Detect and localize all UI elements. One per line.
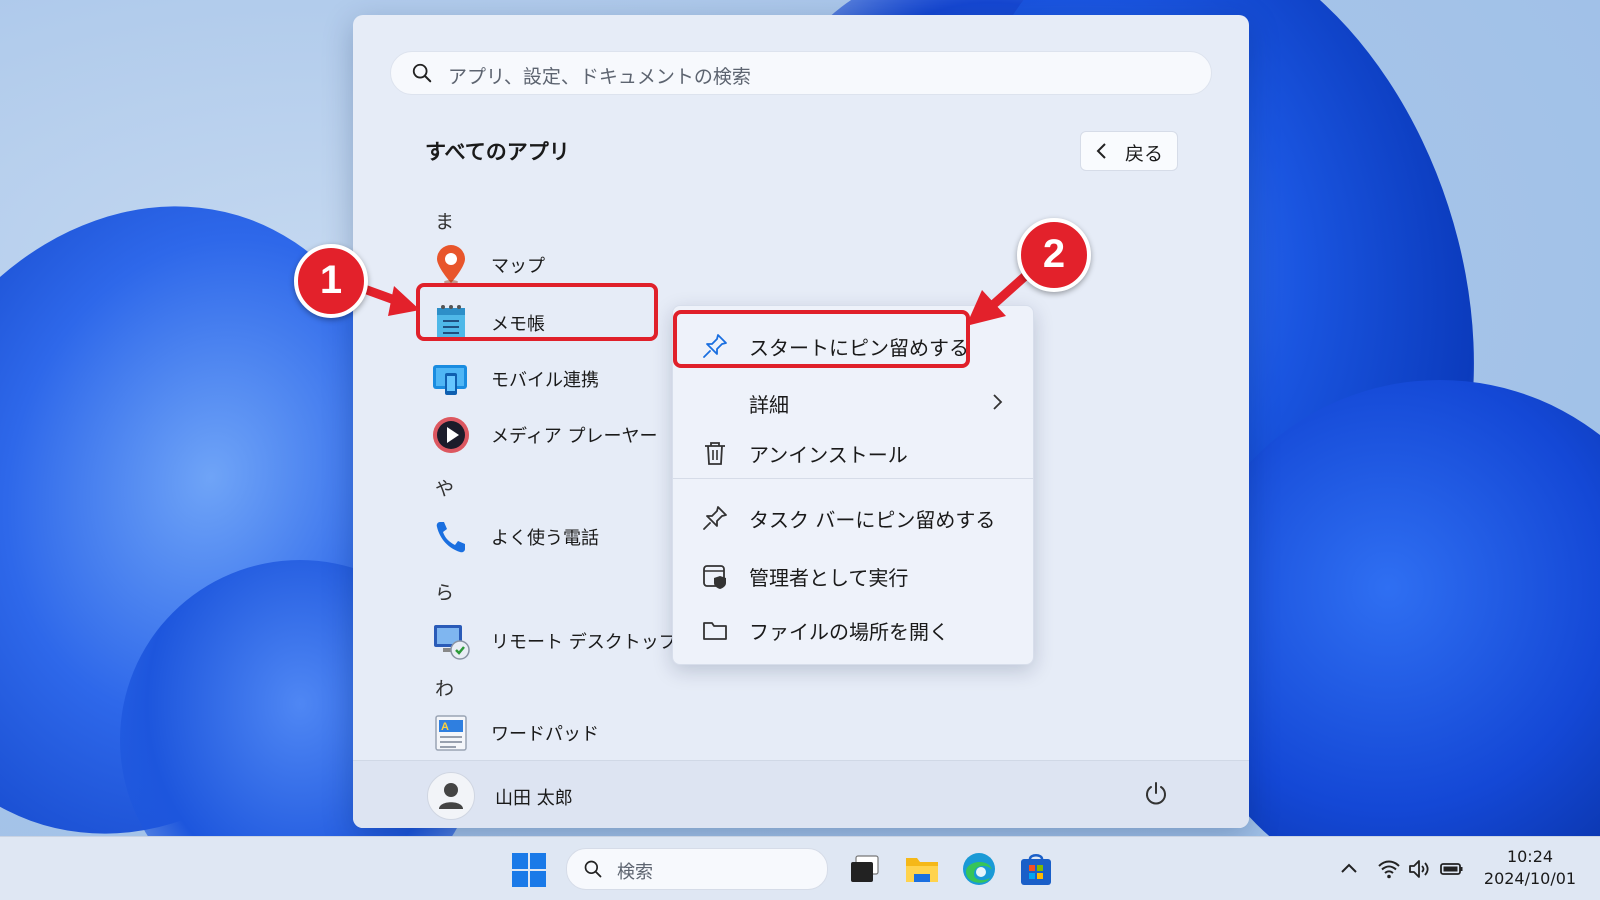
search-icon: [584, 860, 602, 878]
ctx-open-file-location[interactable]: ファイルの場所を開く: [673, 603, 1033, 653]
app-item-remote-desktop[interactable]: リモート デスクトップ接続: [423, 615, 713, 665]
chevron-up-icon[interactable]: [1337, 857, 1361, 881]
pin-icon: [703, 506, 727, 530]
wordpad-icon: A: [435, 715, 467, 751]
windows-start-icon[interactable]: [511, 852, 547, 888]
avatar[interactable]: [427, 772, 475, 820]
all-apps-title: すべてのアプリ: [425, 140, 570, 164]
file-explorer-icon[interactable]: [903, 850, 941, 888]
edge-browser-icon[interactable]: [960, 850, 998, 888]
step-callout-1: 1: [294, 244, 368, 318]
remote-desktop-icon: [434, 625, 470, 660]
power-icon[interactable]: [1143, 781, 1169, 807]
back-label: 戻る: [1125, 143, 1164, 165]
letter-header[interactable]: わ: [435, 674, 454, 701]
app-label: ワードパッド: [491, 724, 599, 745]
app-item-phone-link[interactable]: モバイル連携: [423, 353, 703, 403]
taskbar-search-input[interactable]: 検索: [566, 848, 828, 890]
volume-icon[interactable]: [1407, 857, 1431, 881]
start-search-input[interactable]: アプリ、設定、ドキュメントの検索: [390, 51, 1212, 95]
phone-link-icon: [433, 365, 467, 395]
media-player-icon: [433, 417, 469, 453]
letter-header[interactable]: や: [435, 474, 454, 501]
app-item-phone[interactable]: よく使う電話: [423, 511, 703, 561]
battery-icon[interactable]: [1440, 857, 1464, 881]
ctx-label: ファイルの場所を開く: [749, 620, 949, 644]
taskbar-search-label: 検索: [617, 862, 653, 883]
ctx-label: 詳細: [749, 393, 789, 417]
ctx-details[interactable]: 詳細: [673, 376, 1033, 426]
chevron-right-icon: [993, 394, 1003, 410]
letter-header[interactable]: ま: [435, 207, 454, 234]
search-placeholder: アプリ、設定、ドキュメントの検索: [448, 66, 751, 88]
app-label: モバイル連携: [491, 370, 599, 391]
trash-icon: [705, 442, 725, 465]
clock-date: 2024/10/01: [1483, 869, 1577, 888]
microsoft-store-icon[interactable]: [1017, 850, 1055, 888]
letter-header[interactable]: ら: [435, 578, 454, 605]
ctx-uninstall[interactable]: アンインストール: [673, 426, 1033, 476]
wifi-icon[interactable]: [1377, 857, 1401, 881]
ctx-label: タスク バーにピン留めする: [749, 508, 996, 532]
ctx-label: 管理者として実行: [749, 566, 909, 590]
maps-icon: [437, 245, 465, 284]
menu-divider: [673, 478, 1033, 479]
highlight-pin-to-start: [673, 310, 970, 368]
back-button[interactable]: 戻る: [1080, 131, 1178, 171]
user-icon: [439, 783, 463, 809]
user-name[interactable]: 山田 太郎: [495, 784, 573, 810]
app-label: よく使う電話: [491, 528, 599, 549]
task-view-icon[interactable]: [846, 850, 884, 888]
app-item-maps[interactable]: マップ: [423, 239, 703, 289]
ctx-pin-to-taskbar[interactable]: タスク バーにピン留めする: [673, 491, 1033, 541]
admin-shield-icon: [703, 565, 726, 589]
search-icon: [412, 63, 432, 83]
svg-text:A: A: [441, 721, 449, 733]
highlight-notepad: [416, 283, 658, 341]
app-label: メディア プレーヤー: [491, 426, 658, 447]
phone-icon: [436, 522, 465, 553]
ctx-label: アンインストール: [749, 443, 908, 467]
ctx-run-as-admin[interactable]: 管理者として実行: [673, 549, 1033, 599]
taskbar: 検索 10:24 2024/10/01: [0, 836, 1600, 900]
app-item-media-player[interactable]: メディア プレーヤー: [423, 409, 703, 459]
taskbar-clock[interactable]: 10:24 2024/10/01: [1480, 846, 1580, 890]
desktop: アプリ、設定、ドキュメントの検索 すべてのアプリ 戻る ま マップ メモ帳 モバ…: [0, 0, 1600, 900]
start-user-bar: 山田 太郎: [353, 760, 1249, 828]
chevron-left-icon: [1096, 143, 1106, 159]
app-label: マップ: [491, 256, 545, 277]
step-callout-2: 2: [1017, 218, 1091, 292]
folder-icon: [703, 622, 727, 640]
app-item-wordpad[interactable]: A ワードパッド: [423, 707, 703, 757]
clock-time: 10:24: [1506, 847, 1554, 866]
